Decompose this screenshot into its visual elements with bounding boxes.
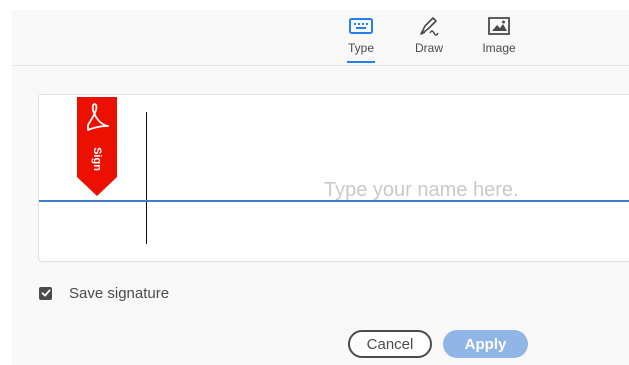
signature-dialog: Type Draw Image Sign Type your name here… [12, 10, 629, 365]
checkmark-icon [41, 289, 50, 297]
signature-mode-tabs: Type Draw Image [12, 10, 629, 65]
tab-image-label: Image [482, 41, 516, 55]
save-signature-label: Save signature [69, 284, 170, 302]
save-signature-option[interactable]: Save signature [39, 284, 169, 302]
tab-draw-label: Draw [414, 41, 443, 55]
pen-draw-icon [420, 17, 439, 36]
save-signature-checkbox[interactable] [39, 286, 52, 300]
sign-here-flag: Sign [77, 97, 117, 196]
cancel-button[interactable]: Cancel [348, 330, 432, 358]
tab-image[interactable]: Image [469, 15, 529, 63]
tab-type[interactable]: Type [331, 15, 391, 63]
tab-draw[interactable]: Draw [399, 15, 459, 63]
image-icon [488, 17, 510, 35]
apply-button[interactable]: Apply [443, 330, 528, 358]
signature-area[interactable]: Sign [38, 94, 629, 262]
name-input[interactable] [324, 175, 629, 205]
keyboard-icon [349, 18, 373, 34]
tab-type-label: Type [347, 41, 374, 55]
sign-flag-label: Sign [91, 147, 103, 171]
active-tab-indicator [347, 61, 375, 63]
tabbar-divider [12, 65, 629, 66]
signature-cursor-line [146, 112, 147, 244]
